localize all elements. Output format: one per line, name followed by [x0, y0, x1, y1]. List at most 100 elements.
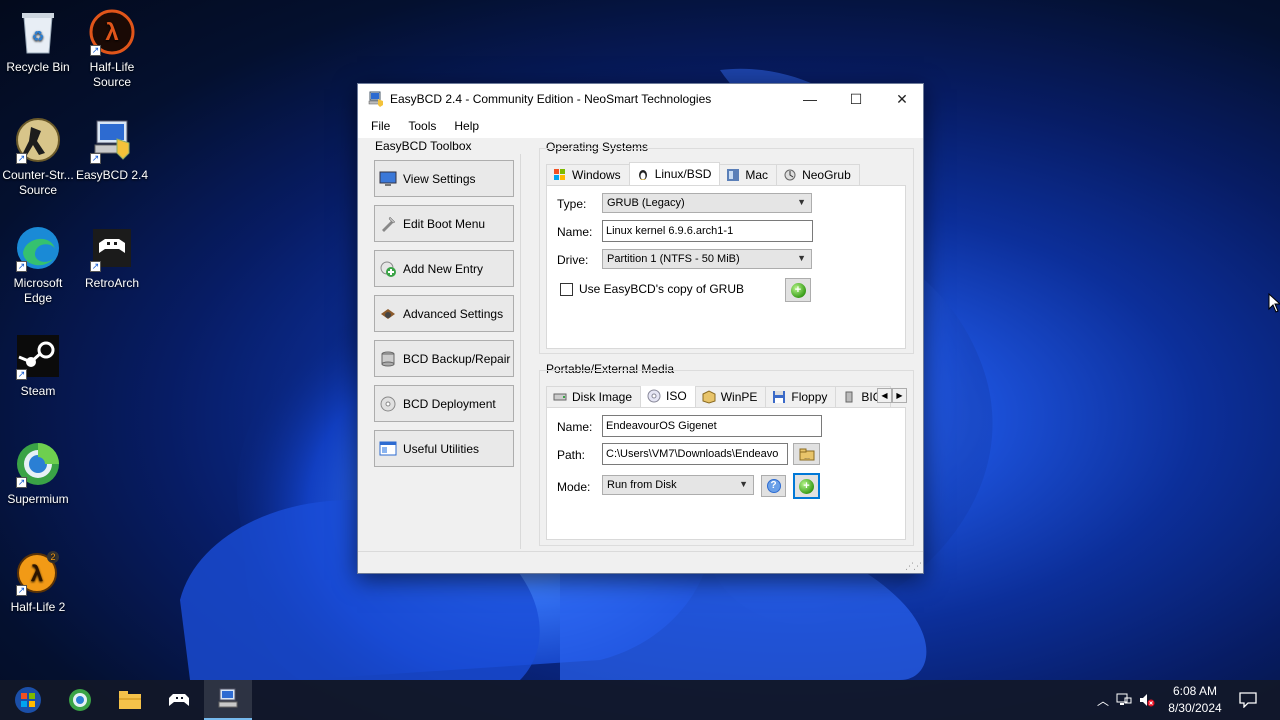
taskbar-retroarch[interactable] [155, 680, 203, 720]
clock-date: 8/30/2024 [1168, 701, 1222, 715]
desktop-icon-counter-strike[interactable]: ↗ Counter-Str... Source [0, 116, 76, 198]
menu-tools[interactable]: Tools [399, 119, 445, 133]
svg-text:2: 2 [50, 552, 55, 562]
button-label: Edit Boot Menu [403, 216, 486, 231]
add-plus-icon: + [790, 282, 806, 298]
entry-name-input[interactable]: Linux kernel 6.9.6.arch1-1 [602, 220, 813, 242]
tux-icon [636, 167, 650, 181]
easybcd-window: EasyBCD 2.4 - Community Edition - NeoSma… [357, 83, 924, 574]
volume-muted-icon[interactable] [1136, 693, 1158, 707]
desktop-icon-label: RetroArch [84, 276, 140, 290]
status-bar: ⋰⋰ [358, 551, 923, 573]
linux-bsd-panel: Type: GRUB (Legacy) ▼ Name: Linux kernel… [546, 185, 906, 349]
drive-dropdown[interactable]: Partition 1 (NTFS - 50 MiB) ▼ [602, 249, 812, 269]
useful-utilities-button[interactable]: Useful Utilities [374, 430, 514, 467]
title-bar[interactable]: EasyBCD 2.4 - Community Edition - NeoSma… [358, 84, 923, 114]
desktop-icon-supermium[interactable]: ↗ Supermium [0, 440, 76, 507]
taskbar: ︿ 6:08 AM 8/30/2024 [0, 680, 1280, 720]
monitor-icon [379, 171, 397, 186]
show-hidden-icons-chevron-icon[interactable]: ︿ [1094, 692, 1112, 709]
desktop-icon-label: EasyBCD 2.4 [75, 168, 149, 182]
view-settings-button[interactable]: View Settings [374, 160, 514, 197]
tab-label: Windows [572, 168, 621, 182]
tab-label: Mac [745, 168, 769, 182]
steam-icon: ↗ [14, 332, 62, 380]
edit-boot-menu-button[interactable]: Edit Boot Menu [374, 205, 514, 242]
tab-label: Linux/BSD [654, 167, 712, 181]
bcd-backup-repair-button[interactable]: BCD Backup/Repair [374, 340, 514, 377]
desktop-icon-easybcd[interactable]: ↗ EasyBCD 2.4 [74, 116, 150, 183]
tab-winpe[interactable]: WinPE [694, 386, 767, 407]
retroarch-icon [169, 694, 189, 706]
taskbar-file-explorer[interactable] [106, 680, 154, 720]
retroarch-icon: ↗ [88, 224, 136, 272]
use-easybcd-grub-checkbox[interactable] [560, 283, 573, 296]
desktop-icon-half-life-2[interactable]: λ2 ↗ Half-Life 2 [0, 548, 76, 615]
recycle-bin-icon: ♻ [14, 8, 62, 56]
close-button[interactable]: ✕ [879, 84, 925, 114]
supermium-icon: ↗ [14, 440, 62, 488]
add-iso-entry-button[interactable]: + [793, 473, 820, 499]
menu-help[interactable]: Help [445, 119, 488, 133]
type-label: Type: [557, 197, 587, 211]
mode-value: Run from Disk [607, 479, 677, 491]
taskbar-supermium[interactable] [56, 680, 104, 720]
tab-windows[interactable]: Windows [546, 164, 630, 185]
database-icon [381, 351, 395, 367]
tab-linux-bsd[interactable]: Linux/BSD [628, 162, 721, 185]
add-new-entry-button[interactable]: Add New Entry [374, 250, 514, 287]
advanced-settings-button[interactable]: Advanced Settings [374, 295, 514, 332]
network-icon[interactable] [1112, 693, 1136, 707]
drive-label: Drive: [557, 253, 589, 267]
tab-mac[interactable]: Mac [719, 164, 778, 185]
button-label: Advanced Settings [403, 306, 504, 321]
desktop-icon-half-life[interactable]: λ ↗ Half-Life Source [74, 8, 150, 90]
desktop-icon-recycle-bin[interactable]: ♻ Recycle Bin [0, 8, 76, 75]
iso-name-input[interactable]: EndeavourOS Gigenet [602, 415, 822, 437]
easybcd-icon [218, 688, 238, 708]
disc-icon [380, 396, 396, 412]
easybcd-icon: ↗ [88, 116, 136, 164]
add-entry-button[interactable]: + [785, 278, 811, 302]
tab-scroll-right[interactable]: ▶ [892, 388, 907, 403]
name-label: Name: [557, 225, 593, 239]
tab-disk-image[interactable]: Disk Image [546, 386, 642, 407]
desktop-icon-retroarch[interactable]: ↗ RetroArch [74, 224, 150, 291]
resize-grip-icon[interactable]: ⋰⋰ [905, 561, 922, 572]
desktop-icon-label: Counter-Str... Source [2, 168, 74, 197]
start-button[interactable] [4, 680, 52, 720]
supermium-icon [69, 689, 91, 711]
desktop-icon-steam[interactable]: ↗ Steam [0, 332, 76, 399]
mode-dropdown[interactable]: Run from Disk ▼ [602, 475, 754, 495]
tools-icon [382, 216, 396, 232]
desktop-icon-label: Steam [20, 384, 56, 398]
use-easybcd-grub-label: Use EasyBCD's copy of GRUB [579, 282, 745, 296]
mouse-cursor-icon [1268, 293, 1280, 313]
menu-bar: File Tools Help [358, 114, 923, 138]
button-label: BCD Backup/Repair [403, 351, 511, 366]
tab-label: ISO [666, 389, 687, 403]
maximize-button[interactable]: ☐ [833, 84, 879, 114]
taskbar-clock[interactable]: 6:08 AM 8/30/2024 [1160, 683, 1230, 717]
type-dropdown[interactable]: GRUB (Legacy) ▼ [602, 193, 812, 213]
drive-value: Partition 1 (NTFS - 50 MiB) [607, 253, 740, 265]
browse-button[interactable]: ... [793, 443, 820, 465]
type-value: GRUB (Legacy) [607, 197, 685, 209]
tab-iso[interactable]: ISO [640, 386, 696, 407]
taskbar-easybcd[interactable] [204, 680, 252, 720]
path-input[interactable]: C:\Users\VM7\Downloads\Endeavo [602, 443, 788, 465]
minimize-button[interactable]: — [787, 84, 833, 114]
window-grid-icon [379, 441, 397, 456]
tab-scroll-left[interactable]: ◀ [877, 388, 892, 403]
notification-center-button[interactable] [1226, 680, 1270, 720]
tab-neogrub[interactable]: NeoGrub [776, 164, 860, 185]
path-label: Path: [557, 448, 586, 462]
desktop-icon-edge[interactable]: ↗ Microsoft Edge [0, 224, 76, 306]
menu-file[interactable]: File [362, 119, 399, 133]
bcd-deployment-button[interactable]: BCD Deployment [374, 385, 514, 422]
package-icon [702, 390, 716, 404]
chip-icon [842, 390, 856, 404]
tab-floppy[interactable]: Floppy [765, 386, 837, 407]
iso-name-label: Name: [557, 420, 593, 434]
help-button[interactable]: ? [761, 475, 786, 497]
